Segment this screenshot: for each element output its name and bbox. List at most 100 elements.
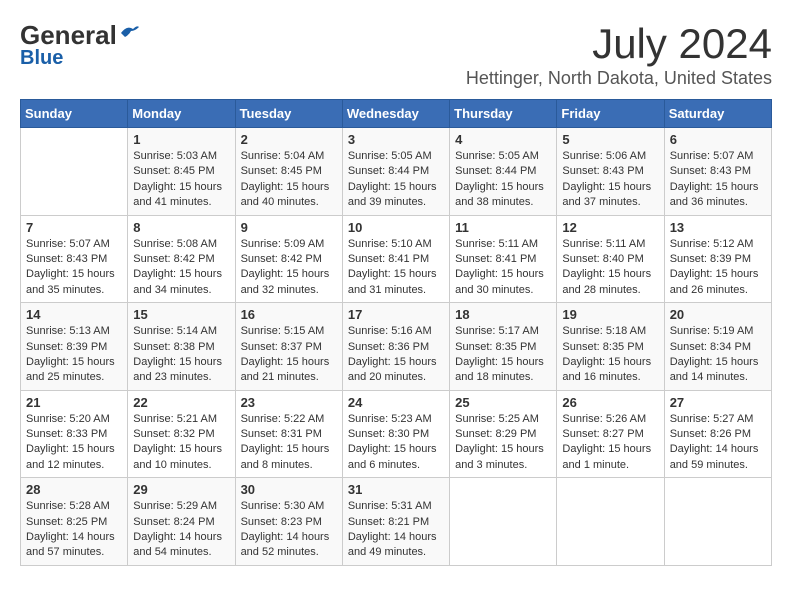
calendar-cell: 17 Sunrise: 5:16 AM Sunset: 8:36 PM Dayli… (342, 303, 449, 391)
calendar-cell: 21 Sunrise: 5:20 AM Sunset: 8:33 PM Dayli… (21, 390, 128, 478)
day-info: Sunrise: 5:11 AM Sunset: 8:41 PM Dayligh… (455, 237, 551, 299)
day-info: Sunrise: 5:21 AM Sunset: 8:32 PM Dayligh… (133, 412, 229, 474)
day-number: 2 (241, 132, 337, 147)
calendar-cell: 14 Sunrise: 5:13 AM Sunset: 8:39 PM Dayli… (21, 303, 128, 391)
day-number: 15 (133, 307, 229, 322)
day-number: 8 (133, 220, 229, 235)
day-info: Sunrise: 5:27 AM Sunset: 8:26 PM Dayligh… (670, 412, 766, 474)
calendar-cell: 5 Sunrise: 5:06 AM Sunset: 8:43 PM Daylig… (557, 128, 664, 216)
day-info: Sunrise: 5:14 AM Sunset: 8:38 PM Dayligh… (133, 324, 229, 386)
calendar-cell: 18Sunrise: 5:17 AM Sunset: 8:35 PM Dayli… (450, 303, 557, 391)
calendar-cell: 3 Sunrise: 5:05 AM Sunset: 8:44 PM Daylig… (342, 128, 449, 216)
day-number: 17 (348, 307, 444, 322)
day-info: Sunrise: 5:22 AM Sunset: 8:31 PM Dayligh… (241, 412, 337, 474)
day-info: Sunrise: 5:05 AM Sunset: 8:44 PM Dayligh… (348, 149, 444, 211)
day-info: Sunrise: 5:20 AM Sunset: 8:33 PM Dayligh… (26, 412, 122, 474)
day-info: Sunrise: 5:04 AM Sunset: 8:45 PM Dayligh… (241, 149, 337, 211)
day-number: 13 (670, 220, 766, 235)
day-number: 22 (133, 395, 229, 410)
day-info: Sunrise: 5:13 AM Sunset: 8:39 PM Dayligh… (26, 324, 122, 386)
calendar-cell (450, 478, 557, 566)
page-header: General Blue July 2024 Hettinger, North … (20, 20, 772, 89)
calendar-cell: 11Sunrise: 5:11 AM Sunset: 8:41 PM Dayli… (450, 215, 557, 303)
calendar-cell (664, 478, 771, 566)
month-title: July 2024 (466, 20, 772, 68)
logo-bird-icon (119, 23, 141, 45)
calendar-cell: 28Sunrise: 5:28 AM Sunset: 8:25 PM Dayli… (21, 478, 128, 566)
day-number: 24 (348, 395, 444, 410)
day-info: Sunrise: 5:31 AM Sunset: 8:21 PM Dayligh… (348, 499, 444, 561)
calendar-cell: 29 Sunrise: 5:29 AM Sunset: 8:24 PM Dayli… (128, 478, 235, 566)
calendar-cell: 1 Sunrise: 5:03 AM Sunset: 8:45 PM Daylig… (128, 128, 235, 216)
calendar-cell: 7 Sunrise: 5:07 AM Sunset: 8:43 PM Daylig… (21, 215, 128, 303)
day-number: 18 (455, 307, 551, 322)
column-header-thursday: Thursday (450, 100, 557, 128)
title-area: July 2024 Hettinger, North Dakota, Unite… (466, 20, 772, 89)
day-number: 26 (562, 395, 658, 410)
day-number: 14 (26, 307, 122, 322)
calendar-cell: 2 Sunrise: 5:04 AM Sunset: 8:45 PM Daylig… (235, 128, 342, 216)
day-number: 16 (241, 307, 337, 322)
day-number: 4 (455, 132, 551, 147)
day-info: Sunrise: 5:16 AM Sunset: 8:36 PM Dayligh… (348, 324, 444, 386)
calendar-cell: 27 Sunrise: 5:27 AM Sunset: 8:26 PM Dayli… (664, 390, 771, 478)
location-title: Hettinger, North Dakota, United States (466, 68, 772, 89)
day-number: 7 (26, 220, 122, 235)
day-info: Sunrise: 5:11 AM Sunset: 8:40 PM Dayligh… (562, 237, 658, 299)
day-info: Sunrise: 5:19 AM Sunset: 8:34 PM Dayligh… (670, 324, 766, 386)
calendar-cell: 19Sunrise: 5:18 AM Sunset: 8:35 PM Dayli… (557, 303, 664, 391)
calendar-cell: 9 Sunrise: 5:09 AM Sunset: 8:42 PM Daylig… (235, 215, 342, 303)
day-info: Sunrise: 5:30 AM Sunset: 8:23 PM Dayligh… (241, 499, 337, 561)
day-info: Sunrise: 5:09 AM Sunset: 8:42 PM Dayligh… (241, 237, 337, 299)
column-header-friday: Friday (557, 100, 664, 128)
day-info: Sunrise: 5:28 AM Sunset: 8:25 PM Dayligh… (26, 499, 122, 561)
day-info: Sunrise: 5:06 AM Sunset: 8:43 PM Dayligh… (562, 149, 658, 211)
day-info: Sunrise: 5:07 AM Sunset: 8:43 PM Dayligh… (26, 237, 122, 299)
calendar-cell: 10 Sunrise: 5:10 AM Sunset: 8:41 PM Dayli… (342, 215, 449, 303)
day-number: 31 (348, 482, 444, 497)
calendar-cell: 24 Sunrise: 5:23 AM Sunset: 8:30 PM Dayli… (342, 390, 449, 478)
calendar-cell: 20 Sunrise: 5:19 AM Sunset: 8:34 PM Dayli… (664, 303, 771, 391)
calendar-week-row: 7 Sunrise: 5:07 AM Sunset: 8:43 PM Daylig… (21, 215, 772, 303)
calendar-cell: 25 Sunrise: 5:25 AM Sunset: 8:29 PM Dayli… (450, 390, 557, 478)
day-number: 10 (348, 220, 444, 235)
calendar-cell: 26 Sunrise: 5:26 AM Sunset: 8:27 PM Dayli… (557, 390, 664, 478)
calendar-cell (557, 478, 664, 566)
day-number: 5 (562, 132, 658, 147)
day-info: Sunrise: 5:10 AM Sunset: 8:41 PM Dayligh… (348, 237, 444, 299)
calendar-week-row: 14 Sunrise: 5:13 AM Sunset: 8:39 PM Dayli… (21, 303, 772, 391)
column-header-monday: Monday (128, 100, 235, 128)
day-info: Sunrise: 5:26 AM Sunset: 8:27 PM Dayligh… (562, 412, 658, 474)
day-number: 1 (133, 132, 229, 147)
day-number: 27 (670, 395, 766, 410)
calendar-cell: 4Sunrise: 5:05 AM Sunset: 8:44 PM Daylig… (450, 128, 557, 216)
logo-blue: Blue (20, 47, 63, 70)
day-number: 9 (241, 220, 337, 235)
calendar-cell: 31 Sunrise: 5:31 AM Sunset: 8:21 PM Dayli… (342, 478, 449, 566)
day-info: Sunrise: 5:23 AM Sunset: 8:30 PM Dayligh… (348, 412, 444, 474)
day-info: Sunrise: 5:15 AM Sunset: 8:37 PM Dayligh… (241, 324, 337, 386)
day-number: 6 (670, 132, 766, 147)
day-number: 21 (26, 395, 122, 410)
day-info: Sunrise: 5:07 AM Sunset: 8:43 PM Dayligh… (670, 149, 766, 211)
calendar-cell: 6 Sunrise: 5:07 AM Sunset: 8:43 PM Daylig… (664, 128, 771, 216)
day-info: Sunrise: 5:25 AM Sunset: 8:29 PM Dayligh… (455, 412, 551, 474)
calendar-cell: 12Sunrise: 5:11 AM Sunset: 8:40 PM Dayli… (557, 215, 664, 303)
calendar-cell (21, 128, 128, 216)
day-info: Sunrise: 5:03 AM Sunset: 8:45 PM Dayligh… (133, 149, 229, 211)
day-number: 3 (348, 132, 444, 147)
day-info: Sunrise: 5:12 AM Sunset: 8:39 PM Dayligh… (670, 237, 766, 299)
day-number: 29 (133, 482, 229, 497)
calendar-cell: 8Sunrise: 5:08 AM Sunset: 8:42 PM Daylig… (128, 215, 235, 303)
day-number: 25 (455, 395, 551, 410)
calendar-cell: 30Sunrise: 5:30 AM Sunset: 8:23 PM Dayli… (235, 478, 342, 566)
calendar-cell: 23 Sunrise: 5:22 AM Sunset: 8:31 PM Dayli… (235, 390, 342, 478)
day-info: Sunrise: 5:29 AM Sunset: 8:24 PM Dayligh… (133, 499, 229, 561)
calendar-week-row: 1 Sunrise: 5:03 AM Sunset: 8:45 PM Daylig… (21, 128, 772, 216)
day-number: 20 (670, 307, 766, 322)
calendar-week-row: 28Sunrise: 5:28 AM Sunset: 8:25 PM Dayli… (21, 478, 772, 566)
column-header-sunday: Sunday (21, 100, 128, 128)
day-number: 23 (241, 395, 337, 410)
calendar-table: SundayMondayTuesdayWednesdayThursdayFrid… (20, 99, 772, 566)
logo: General Blue (20, 20, 141, 70)
